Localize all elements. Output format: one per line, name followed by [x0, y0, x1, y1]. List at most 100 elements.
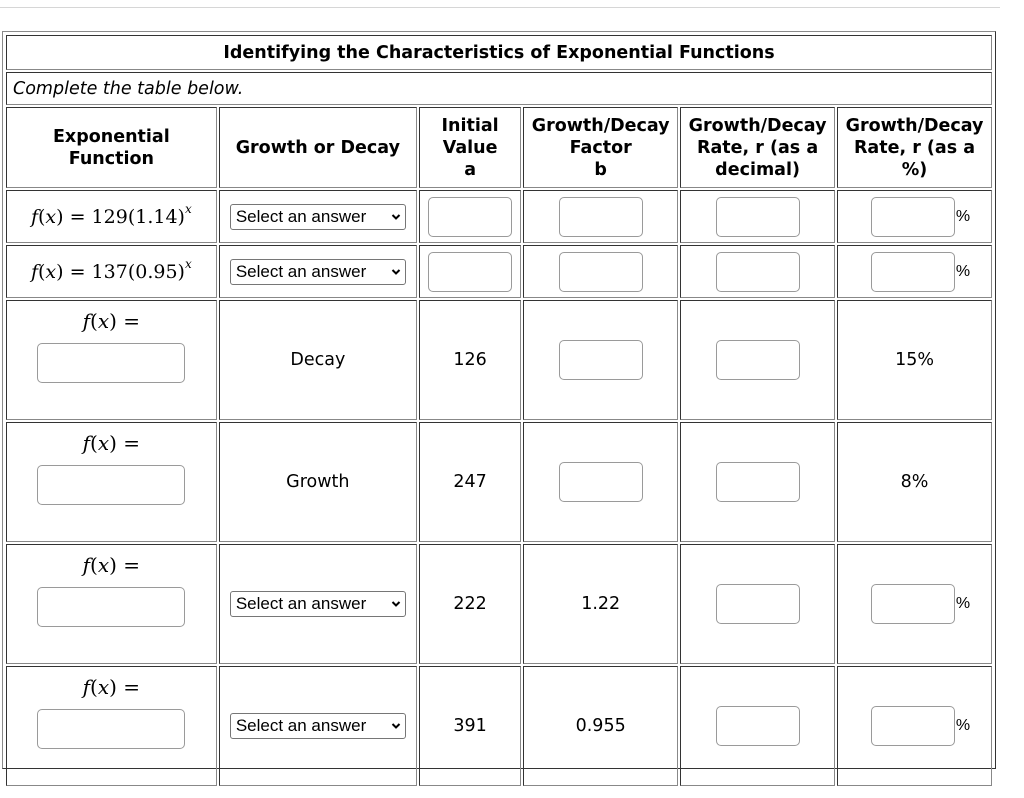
growth-decay-cell: Select an answer [218, 190, 417, 243]
fx-label: f(x) = [82, 553, 141, 577]
function-cell: f(x) = [6, 300, 217, 420]
initial-value-cell [418, 190, 522, 243]
rate-percent-cell: % [837, 544, 992, 664]
fx-label: f(x) = [82, 675, 141, 699]
instruction-text: Complete the table below. [6, 72, 992, 105]
rate-percent-cell: % [837, 245, 992, 298]
rate-percent-input[interactable] [870, 706, 955, 746]
factor-value: 0.955 [575, 716, 626, 736]
fx-label: f(x) = [82, 309, 141, 333]
function-expression: f(x) = 137(0.95)x [30, 256, 192, 284]
rate-percent-input[interactable] [870, 584, 955, 624]
percent-sign: % [955, 717, 971, 734]
growth-decay-cell: Select an answer [218, 544, 417, 664]
rate-percent-input[interactable] [870, 251, 955, 292]
rate-decimal-input[interactable] [715, 340, 800, 380]
rate-percent-value: 8% [900, 472, 929, 492]
rate-decimal-cell [680, 544, 836, 664]
percent-sign: % [955, 595, 971, 612]
table-row: f(x) = Select an answer 222 1.22 % [6, 544, 992, 664]
growth-decay-value: Decay [290, 350, 346, 370]
chevron-down-icon [391, 601, 401, 607]
factor-input[interactable] [558, 251, 643, 292]
factor-cell [523, 300, 679, 420]
rate-decimal-input[interactable] [715, 251, 800, 292]
function-input[interactable] [37, 709, 186, 749]
rate-decimal-input[interactable] [715, 196, 800, 237]
initial-value: 222 [453, 594, 487, 614]
rate-decimal-input[interactable] [715, 706, 800, 746]
factor-cell [523, 245, 679, 298]
header-rate-percent: Growth/Decay Rate, r (as a%) [837, 107, 992, 188]
factor-input[interactable] [558, 340, 643, 380]
table-row: f(x) = Select an answer 391 0.955 % [6, 666, 992, 786]
function-cell: f(x) = 129(1.14)x [6, 190, 217, 243]
function-expression: f(x) = 129(1.14)x [30, 201, 192, 229]
growth-decay-select[interactable]: Select an answer [229, 713, 406, 739]
factor-cell: 1.22 [523, 544, 679, 664]
rate-decimal-cell [680, 666, 836, 786]
initial-value-input[interactable] [428, 251, 513, 292]
table-title: Identifying the Characteristics of Expon… [6, 35, 992, 70]
growth-decay-cell: Decay [218, 300, 417, 420]
fx-label: f(x) = [82, 431, 141, 455]
rate-decimal-input[interactable] [715, 462, 800, 502]
header-row: Exponential Function Growth or Decay Init… [6, 107, 992, 188]
table-row: f(x) = 129(1.14)x Select an answer % [6, 190, 992, 243]
top-divider [0, 7, 1000, 8]
growth-decay-select[interactable]: Select an answer [229, 591, 406, 617]
rate-percent-value: 15% [895, 350, 934, 370]
function-cell: f(x) = 137(0.95)x [6, 245, 217, 298]
chevron-down-icon [391, 213, 401, 220]
rate-percent-input[interactable] [870, 196, 955, 237]
function-cell: f(x) = [6, 422, 217, 542]
growth-decay-cell: Growth [218, 422, 417, 542]
table-row: f(x) = Decay 126 15% [6, 300, 992, 420]
initial-value-input[interactable] [428, 196, 513, 237]
exponential-functions-table: Identifying the Characteristics of Expon… [4, 33, 994, 788]
table-row: f(x) = 137(0.95)x Select an answer % [6, 245, 992, 298]
initial-value: 391 [453, 716, 487, 736]
growth-decay-select[interactable]: Select an answer [229, 258, 406, 285]
rate-decimal-cell [680, 300, 836, 420]
rate-percent-cell: 15% [837, 300, 992, 420]
function-cell: f(x) = [6, 666, 217, 786]
header-rate-decimal: Growth/Decay Rate, r (as a decimal) [680, 107, 836, 188]
initial-value-cell: 126 [418, 300, 522, 420]
function-input[interactable] [37, 587, 186, 627]
rate-decimal-cell [680, 422, 836, 542]
initial-value-cell: 222 [418, 544, 522, 664]
chevron-down-icon [391, 268, 401, 275]
initial-value-cell [418, 245, 522, 298]
rate-decimal-cell [680, 190, 836, 243]
header-exponential-function: Exponential Function [6, 107, 217, 188]
percent-sign: % [955, 262, 971, 280]
rate-percent-cell: 8% [837, 422, 992, 542]
factor-cell [523, 190, 679, 243]
function-input[interactable] [37, 343, 186, 383]
rate-percent-cell: % [837, 190, 992, 243]
function-input[interactable] [37, 465, 186, 505]
factor-input[interactable] [558, 462, 643, 502]
growth-decay-cell: Select an answer [218, 666, 417, 786]
percent-sign: % [955, 207, 971, 225]
factor-cell: 0.955 [523, 666, 679, 786]
initial-value: 126 [453, 350, 487, 370]
header-growth-or-decay: Growth or Decay [218, 107, 417, 188]
rate-decimal-input[interactable] [715, 584, 800, 624]
growth-decay-select[interactable]: Select an answer [229, 203, 406, 230]
initial-value: 247 [453, 472, 487, 492]
header-initial-value: Initial Value a [418, 107, 522, 188]
chevron-down-icon [391, 723, 401, 729]
rate-percent-cell: % [837, 666, 992, 786]
growth-decay-value: Growth [286, 472, 350, 492]
initial-value-cell: 247 [418, 422, 522, 542]
rate-decimal-cell [680, 245, 836, 298]
growth-decay-cell: Select an answer [218, 245, 417, 298]
factor-input[interactable] [558, 196, 643, 237]
function-cell: f(x) = [6, 544, 217, 664]
header-factor: Growth/Decay Factor b [523, 107, 679, 188]
factor-cell [523, 422, 679, 542]
table-row: f(x) = Growth 247 8% [6, 422, 992, 542]
factor-value: 1.22 [581, 594, 621, 614]
